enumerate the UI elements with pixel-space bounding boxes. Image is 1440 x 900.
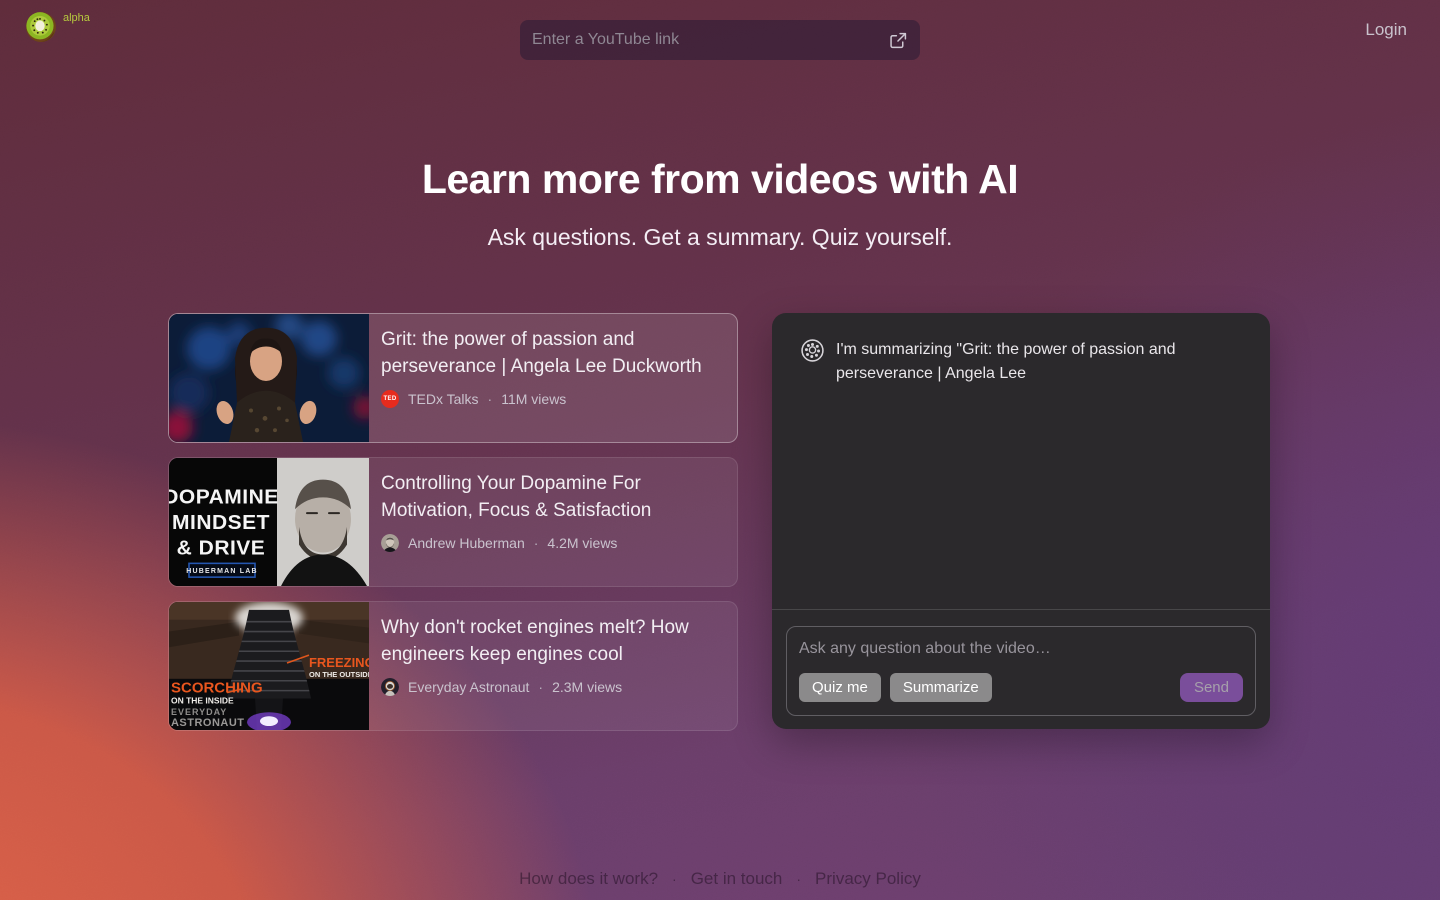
brand[interactable]: alpha	[24, 10, 90, 48]
svg-text:MINDSET: MINDSET	[172, 511, 270, 534]
chat-buttons-row: Quiz me Summarize Send	[799, 673, 1243, 702]
svg-text:SCORCHING: SCORCHING	[171, 681, 263, 697]
video-meta: Andrew Huberman · 4.2M views	[381, 534, 721, 552]
page: alpha Login Learn more from videos with …	[0, 0, 1440, 900]
everyday-astronaut-channel-avatar	[381, 678, 399, 696]
youtube-link-bar[interactable]	[520, 20, 920, 60]
page-subtitle: Ask questions. Get a summary. Quiz yours…	[0, 224, 1440, 251]
chat-messages: I'm summarizing "Grit: the power of pass…	[772, 313, 1270, 609]
youtube-link-input[interactable]	[520, 20, 890, 60]
video-card-body: Controlling Your Dopamine For Motivation…	[369, 458, 737, 586]
assistant-message: I'm summarizing "Grit: the power of pass…	[836, 338, 1214, 386]
svg-text:HUBERMAN LAB: HUBERMAN LAB	[186, 568, 258, 575]
view-count: 11M views	[501, 391, 566, 407]
get-in-touch-link[interactable]: Get in touch	[691, 869, 783, 888]
footer-separator: ·	[672, 871, 677, 887]
svg-text:FREEZING: FREEZING	[309, 655, 369, 670]
huberman-channel-avatar	[381, 534, 399, 552]
video-title: Controlling Your Dopamine For Motivation…	[381, 471, 721, 525]
meta-separator: ·	[534, 535, 539, 551]
footer-separator: ·	[796, 871, 801, 887]
brain-icon	[800, 338, 825, 368]
how-does-it-work-link[interactable]: How does it work?	[519, 869, 658, 888]
summarize-button[interactable]: Summarize	[890, 673, 992, 702]
video-list: Grit: the power of passion and persevera…	[168, 313, 738, 731]
svg-text:EVERYDAY: EVERYDAY	[171, 707, 227, 717]
alpha-badge: alpha	[63, 12, 90, 24]
meta-separator: ·	[488, 391, 493, 407]
video-card-body: Why don't rocket engines melt? How engin…	[369, 602, 737, 730]
video-card-grit[interactable]: Grit: the power of passion and persevera…	[168, 313, 738, 443]
channel-name: TEDx Talks	[408, 391, 479, 407]
video-thumbnail-grit	[169, 314, 369, 442]
send-button[interactable]: Send	[1180, 673, 1243, 702]
chat-question-input[interactable]	[799, 640, 1243, 658]
hero: Learn more from videos with AI Ask quest…	[0, 156, 1440, 251]
video-card-rocket[interactable]: SCORCHING ON THE INSIDE FREEZING ON THE …	[168, 601, 738, 731]
video-thumbnail-rocket: SCORCHING ON THE INSIDE FREEZING ON THE …	[169, 602, 369, 730]
meta-separator: ·	[538, 679, 543, 695]
svg-text:ON THE INSIDE: ON THE INSIDE	[171, 695, 234, 705]
footer: How does it work? · Get in touch · Privacy P…	[0, 869, 1440, 889]
video-meta: Everyday Astronaut · 2.3M views	[381, 678, 721, 696]
chat-panel: I'm summarizing "Grit: the power of pass…	[772, 313, 1270, 729]
privacy-policy-link[interactable]: Privacy Policy	[815, 869, 921, 888]
channel-name: Andrew Huberman	[408, 535, 525, 551]
kiwi-logo-icon	[24, 10, 57, 48]
view-count: 4.2M views	[547, 535, 617, 551]
header: alpha Login	[0, 0, 1440, 60]
view-count: 2.3M views	[552, 679, 622, 695]
video-card-dopamine[interactable]: DOPAMINE MINDSET & DRIVE HUBERMAN LAB Co…	[168, 457, 738, 587]
svg-text:DOPAMINE: DOPAMINE	[169, 485, 279, 508]
svg-text:ASTRONAUT: ASTRONAUT	[171, 717, 245, 729]
main-content: Grit: the power of passion and persevera…	[168, 313, 1270, 731]
video-card-body: Grit: the power of passion and persevera…	[369, 314, 737, 442]
quiz-me-button[interactable]: Quiz me	[799, 673, 881, 702]
tedx-channel-avatar: TED	[381, 390, 399, 408]
video-meta: TED TEDx Talks · 11M views	[381, 390, 721, 408]
video-title: Why don't rocket engines melt? How engin…	[381, 615, 721, 669]
chat-input-area: Quiz me Summarize Send	[772, 609, 1270, 729]
svg-text:ON THE OUTSIDE: ON THE OUTSIDE	[309, 670, 369, 679]
channel-name: Everyday Astronaut	[408, 679, 529, 695]
chat-input-box[interactable]: Quiz me Summarize Send	[786, 626, 1256, 716]
video-title: Grit: the power of passion and persevera…	[381, 327, 721, 381]
svg-text:& DRIVE: & DRIVE	[177, 537, 266, 560]
external-link-icon	[890, 32, 907, 49]
page-title: Learn more from videos with AI	[0, 156, 1440, 203]
video-thumbnail-dopamine: DOPAMINE MINDSET & DRIVE HUBERMAN LAB	[169, 458, 369, 586]
login-link[interactable]: Login	[1365, 20, 1407, 40]
